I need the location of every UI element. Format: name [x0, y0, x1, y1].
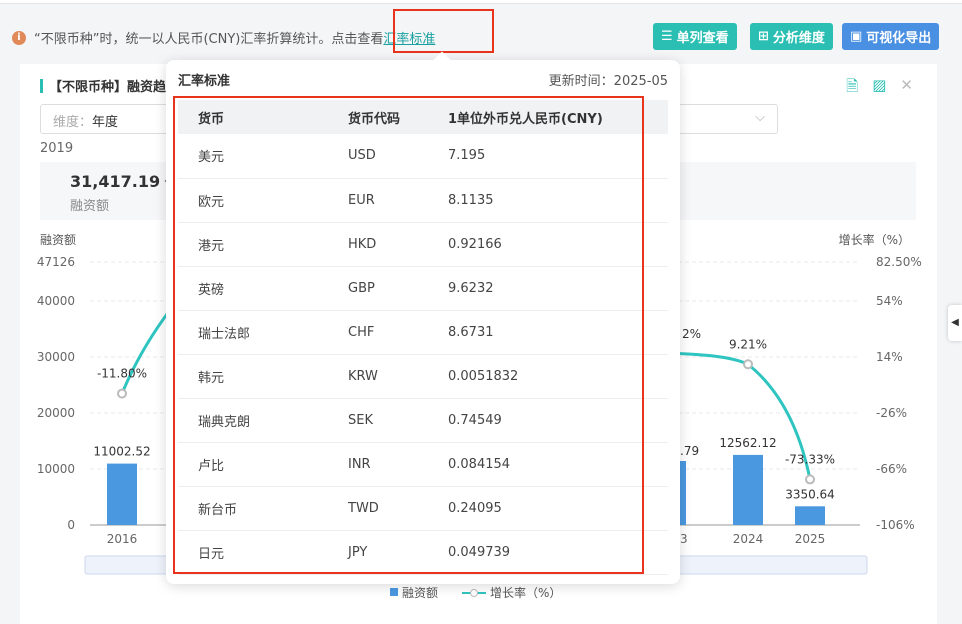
popup-updated: 更新时间：2025-05	[548, 74, 668, 89]
right-tick-label: -66%	[876, 462, 907, 476]
left-tick-label: 10000	[37, 462, 75, 476]
legend-line-label[interactable]: 增长率（%）	[490, 585, 561, 600]
bar[interactable]	[795, 506, 825, 525]
partial-bar-label: .79	[680, 444, 699, 458]
line-label: -11.80%	[97, 367, 147, 381]
left-tick-label: 47126	[37, 255, 75, 269]
line-label: 9.21%	[729, 337, 767, 351]
left-tick-label: 0	[67, 518, 75, 532]
line-point[interactable]	[805, 474, 815, 485]
line-point[interactable]	[743, 359, 753, 370]
left-axis-title: 融资额	[40, 233, 76, 247]
legend-bar-swatch	[390, 588, 398, 596]
side-collapse-toggle[interactable]: ◀	[948, 305, 962, 341]
bar-label: 3350.64	[785, 487, 835, 501]
bar-label: 11002.52	[93, 445, 150, 459]
left-tick-label: 40000	[37, 294, 75, 308]
line-point[interactable]	[117, 388, 127, 399]
legend-line-marker	[470, 589, 478, 597]
highlight-box	[173, 96, 644, 574]
right-tick-label: 54%	[876, 294, 903, 308]
partial-line-label: 2%	[682, 327, 701, 341]
right-tick-label: 14%	[876, 350, 903, 364]
bar[interactable]	[107, 463, 137, 525]
right-tick-label: -106%	[876, 518, 915, 532]
legend-bar-label[interactable]: 融资额	[402, 586, 438, 600]
bar[interactable]	[733, 454, 763, 525]
left-tick-label: 30000	[37, 350, 75, 364]
bar-label: 12562.12	[719, 436, 776, 450]
line-label: -73.33%	[785, 452, 835, 466]
x-tick-label: 2025	[795, 532, 826, 546]
x-tick-label: 2016	[107, 532, 138, 546]
right-tick-label: 82.50%	[876, 255, 922, 269]
left-tick-label: 20000	[37, 406, 75, 420]
right-axis-title: 增长率（%）	[839, 232, 910, 247]
popup-title: 汇率标准	[178, 74, 231, 89]
partial-x-label: 3	[680, 532, 688, 546]
right-tick-label: -26%	[876, 406, 907, 420]
x-tick-label: 2024	[733, 532, 764, 546]
